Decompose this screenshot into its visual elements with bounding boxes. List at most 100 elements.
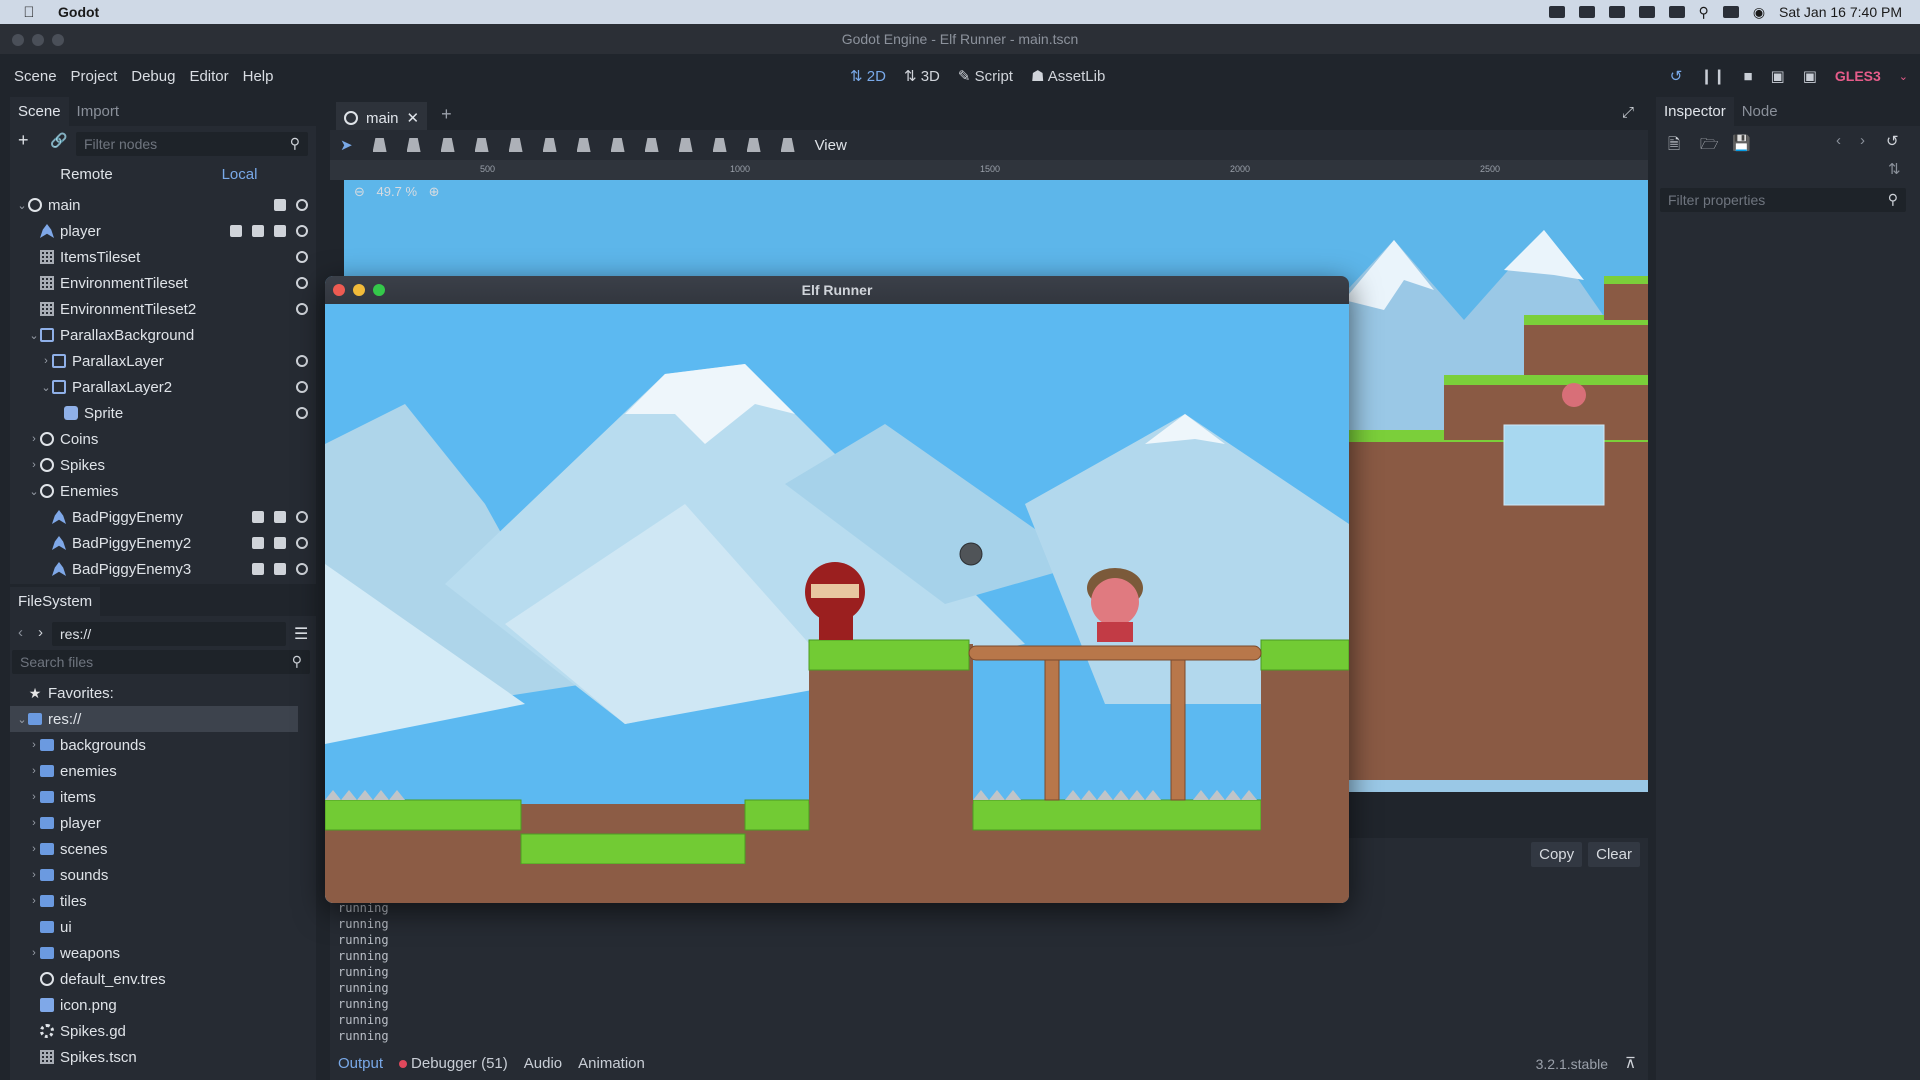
- tree-row[interactable]: › ParallaxLayer: [10, 348, 308, 374]
- path-field[interactable]: res://: [52, 622, 286, 646]
- workspace-2d-button[interactable]: ⇅ 2D: [850, 67, 886, 85]
- script-icon[interactable]: [274, 563, 286, 575]
- tab-import[interactable]: Import: [69, 97, 128, 126]
- snap-icon[interactable]: [610, 138, 625, 152]
- chevron-down-icon[interactable]: ⌄: [40, 381, 52, 394]
- reload-icon[interactable]: ↺: [1670, 67, 1683, 85]
- visibility-icon[interactable]: [296, 251, 308, 263]
- visibility-icon[interactable]: [296, 511, 308, 523]
- bone-icon[interactable]: [746, 138, 761, 152]
- file-row[interactable]: › player: [10, 810, 101, 836]
- file-row[interactable]: › sounds: [10, 862, 108, 888]
- zoom-level[interactable]: 49.7 %: [377, 184, 417, 199]
- script-icon[interactable]: [274, 199, 286, 211]
- battery-icon[interactable]: [1722, 6, 1739, 18]
- scale-tool-icon[interactable]: [440, 138, 455, 152]
- tab-audio[interactable]: Audio: [524, 1055, 562, 1072]
- script-icon[interactable]: [274, 537, 286, 549]
- add-tab-icon[interactable]: +: [441, 104, 452, 125]
- zoom-window-button[interactable]: [52, 34, 64, 46]
- tab-filesystem[interactable]: FileSystem: [10, 587, 101, 616]
- remote-tab[interactable]: Remote: [10, 160, 163, 190]
- tree-row[interactable]: Sprite: [10, 400, 308, 426]
- group-icon[interactable]: [712, 138, 727, 152]
- dropbox-icon[interactable]: [1578, 6, 1595, 18]
- close-window-button[interactable]: [12, 34, 24, 46]
- tree-row[interactable]: EnvironmentTileset2: [10, 296, 308, 322]
- script-icon[interactable]: [274, 225, 286, 237]
- local-tab[interactable]: Local: [163, 160, 316, 190]
- visibility-icon[interactable]: [296, 381, 308, 393]
- workspace-3d-button[interactable]: ⇅ 3D: [904, 67, 940, 85]
- chevron-right-icon[interactable]: ›: [28, 947, 40, 959]
- link-icon[interactable]: 🔗: [50, 132, 67, 149]
- workspace-script-button[interactable]: ✎ Script: [958, 67, 1013, 85]
- split-mode-icon[interactable]: ☰: [294, 624, 308, 644]
- tree-row[interactable]: EnvironmentTileset: [10, 270, 308, 296]
- zoom-in-icon[interactable]: ⊕: [429, 184, 440, 199]
- stop-button[interactable]: ■: [1743, 68, 1752, 85]
- chevron-right-icon[interactable]: ›: [28, 843, 40, 855]
- favorites-row[interactable]: ★ Favorites:: [10, 680, 114, 706]
- tree-row[interactable]: player: [10, 218, 308, 244]
- lock-icon[interactable]: [678, 138, 693, 152]
- workspace-assetlib-button[interactable]: ☗ AssetLib: [1031, 67, 1105, 85]
- file-row-root[interactable]: ⌄ res://: [10, 706, 298, 732]
- pivot-tool-icon[interactable]: [508, 138, 523, 152]
- signal-icon[interactable]: [230, 225, 242, 237]
- tree-row[interactable]: BadPiggyEnemy3: [10, 556, 308, 582]
- tree-row[interactable]: ItemsTileset: [10, 244, 308, 270]
- expand-panel-icon[interactable]: ⊼: [1625, 1054, 1636, 1072]
- tray-icon[interactable]: [1668, 6, 1685, 18]
- zoom-window-button[interactable]: [373, 284, 385, 296]
- chevron-right-icon[interactable]: ›: [28, 739, 40, 751]
- tree-row[interactable]: BadPiggyEnemy2: [10, 530, 308, 556]
- file-row[interactable]: › enemies: [10, 758, 117, 784]
- tree-row[interactable]: ⌄ main: [10, 192, 308, 218]
- save-icon[interactable]: 💾: [1732, 134, 1751, 152]
- clear-button[interactable]: Clear: [1588, 841, 1640, 867]
- minimize-window-button[interactable]: [32, 34, 44, 46]
- menu-scene[interactable]: Scene: [14, 68, 57, 85]
- chevron-down-icon[interactable]: ⌄: [28, 329, 40, 342]
- filter-nodes-input[interactable]: Filter nodes ⚲: [76, 132, 308, 156]
- play-scene-button[interactable]: ▣: [1771, 67, 1785, 85]
- scene-instance-icon[interactable]: [252, 511, 264, 523]
- tree-row[interactable]: BadPiggyEnemy: [10, 504, 308, 530]
- file-row[interactable]: › weapons: [10, 940, 120, 966]
- file-row[interactable]: › backgrounds: [10, 732, 146, 758]
- new-resource-icon[interactable]: 🗎: [1668, 134, 1680, 159]
- visibility-icon[interactable]: [296, 407, 308, 419]
- visibility-icon[interactable]: [296, 537, 308, 549]
- grid-snap-icon[interactable]: [644, 138, 659, 152]
- ruler-tool-icon[interactable]: [576, 138, 591, 152]
- tab-inspector[interactable]: Inspector: [1656, 97, 1734, 126]
- file-row[interactable]: ui: [10, 914, 72, 940]
- chevron-right-icon[interactable]: ›: [28, 869, 40, 881]
- fullscreen-icon[interactable]: ⤢: [1622, 104, 1634, 121]
- tab-animation[interactable]: Animation: [578, 1055, 645, 1072]
- filter-properties-input[interactable]: Filter properties ⚲: [1660, 188, 1906, 212]
- back-icon[interactable]: ‹: [1836, 132, 1841, 149]
- visibility-icon[interactable]: [296, 303, 308, 315]
- view-menu[interactable]: View: [815, 137, 847, 154]
- chevron-down-icon[interactable]: ⌄: [1899, 70, 1908, 83]
- file-row[interactable]: Spikes.tscn: [10, 1044, 137, 1070]
- menu-help[interactable]: Help: [243, 68, 274, 85]
- menubar-datetime[interactable]: Sat Jan 16 7:40 PM: [1779, 4, 1902, 20]
- file-row[interactable]: › scenes: [10, 836, 107, 862]
- script-icon[interactable]: [274, 511, 286, 523]
- file-row[interactable]: › items: [10, 784, 96, 810]
- chevron-right-icon[interactable]: ›: [28, 895, 40, 907]
- tray-icon[interactable]: [1548, 6, 1565, 18]
- forward-icon[interactable]: ›: [1860, 132, 1865, 149]
- menu-editor[interactable]: Editor: [189, 68, 228, 85]
- tab-output[interactable]: Output: [338, 1055, 383, 1072]
- visibility-icon[interactable]: [296, 199, 308, 211]
- rotate-tool-icon[interactable]: [406, 138, 421, 152]
- chevron-down-icon[interactable]: ⌄: [16, 199, 28, 212]
- pause-button[interactable]: ❙❙: [1700, 67, 1725, 85]
- visibility-icon[interactable]: [296, 277, 308, 289]
- file-row[interactable]: default_env.tres: [10, 966, 166, 992]
- zoom-out-icon[interactable]: ⊖: [354, 184, 365, 199]
